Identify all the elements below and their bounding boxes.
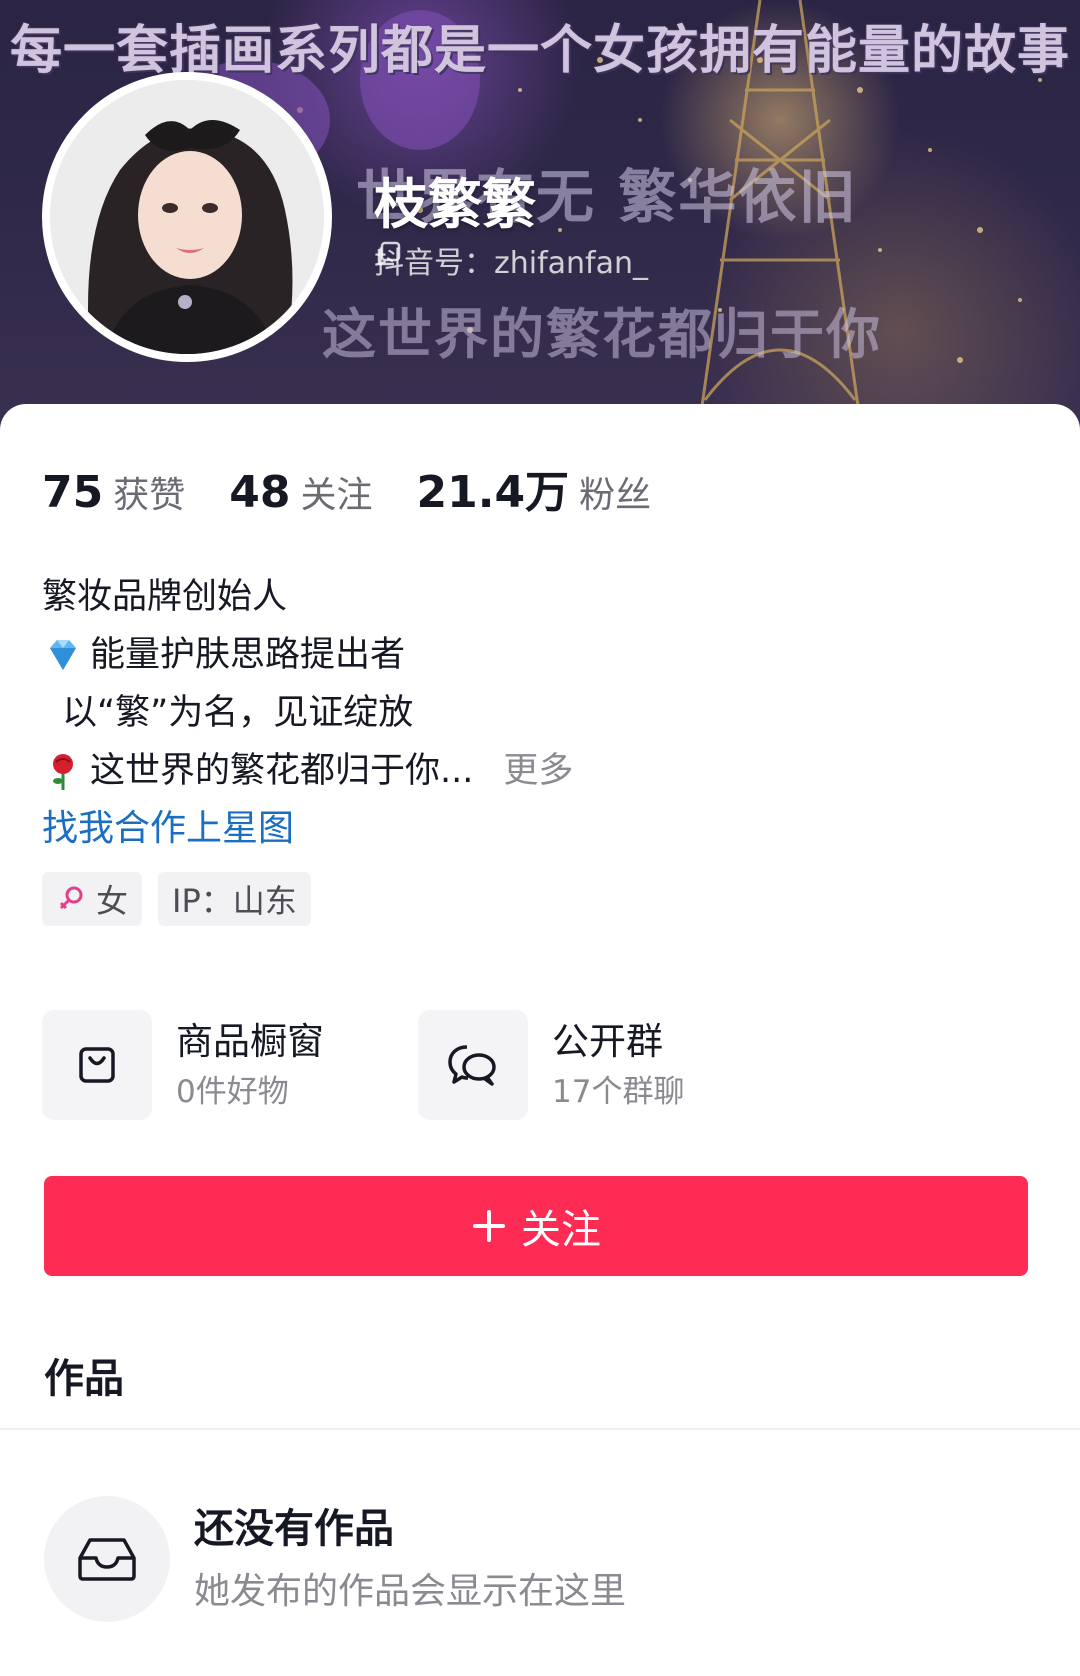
profile-tags: 女 IP：山东: [42, 872, 311, 926]
stat-followers-value: 21.4万: [416, 467, 570, 518]
follow-button[interactable]: 关注: [44, 1176, 1028, 1276]
bio-line-2-text: 能量护肤思路提出者: [90, 635, 406, 675]
bio-line-4: 这世界的繁花都归于你... 更多: [42, 742, 1022, 800]
bio-more-link[interactable]: 更多: [503, 742, 573, 800]
avatar-photo: [50, 80, 324, 354]
chat-bubbles-icon: [448, 1045, 496, 1086]
profile-name: 枝繁繁: [374, 173, 536, 236]
profile-banner: 每一套插画系列都是一个女孩拥有能量的故事 世界有无 繁华依旧 这世界的繁花都归于…: [0, 0, 1080, 430]
copy-icon[interactable]: [377, 241, 684, 274]
stat-likes-value: 75: [42, 467, 104, 518]
xingtu-link[interactable]: 找我合作上星图: [42, 800, 1022, 858]
public-group-count: 17个群聊: [552, 1074, 685, 1110]
shop-window-count: 0件好物: [176, 1074, 289, 1110]
shop-window-icon-box: [42, 1010, 152, 1120]
douyin-id: 抖音号：zhifanfan_: [374, 246, 649, 281]
rose-icon: [42, 750, 84, 792]
banner-slogan-line3: 这世界的繁花都归于你: [322, 303, 882, 366]
empty-works-title: 还没有作品: [194, 1506, 394, 1552]
stat-following-label: 关注: [300, 475, 373, 516]
gender-label: 女: [96, 882, 129, 920]
empty-works-subtitle: 她发布的作品会显示在这里: [194, 1571, 627, 1612]
bio-line-2: 能量护肤思路提出者: [42, 626, 1022, 684]
tab-works[interactable]: 作品: [44, 1346, 124, 1404]
ip-location-tag: IP：山东: [158, 872, 311, 926]
gem-icon: [42, 634, 84, 676]
public-group-entry[interactable]: 公开群 17个群聊: [418, 1010, 794, 1120]
stats-row: 75 获赞 48 关注 21.4万 粉丝: [42, 456, 695, 518]
douyin-id-row[interactable]: 抖音号：zhifanfan_: [374, 240, 684, 281]
bio: 繁妆品牌创始人 能量护肤思路提出者 以“繁”为名，见证绽放 这世界的繁花都归于你…: [42, 568, 1022, 858]
public-group-title: 公开群: [552, 1020, 663, 1063]
public-group-icon-box: [418, 1010, 528, 1120]
inbox-icon-wrap: [44, 1496, 170, 1622]
tab-divider: [0, 1428, 1080, 1430]
shop-window-entry[interactable]: 商品橱窗 0件好物: [42, 1010, 418, 1120]
feature-row: 商品橱窗 0件好物 公开群 17个群聊: [42, 1010, 794, 1120]
banner-headline: 每一套插画系列都是一个女孩拥有能量的故事: [9, 21, 1070, 81]
stat-likes-label: 获赞: [113, 475, 186, 516]
stat-following[interactable]: 48 关注: [229, 466, 372, 518]
inbox-tray-icon: [78, 1538, 136, 1581]
bio-line-1: 繁妆品牌创始人: [42, 577, 288, 617]
stat-following-value: 48: [229, 467, 291, 518]
gender-tag: 女: [42, 872, 143, 926]
shopping-bag-icon: [79, 1047, 115, 1083]
stat-followers-label: 粉丝: [579, 475, 652, 516]
profile-page: 每一套插画系列都是一个女孩拥有能量的故事 世界有无 繁华依旧 这世界的繁花都归于…: [0, 0, 1080, 1676]
shop-window-title: 商品橱窗: [176, 1020, 324, 1063]
stat-followers[interactable]: 21.4万 粉丝: [417, 456, 652, 520]
bio-line-3: 以“繁”为名，见证绽放: [62, 693, 414, 733]
follow-label: 关注: [521, 1207, 601, 1253]
stat-likes[interactable]: 75 获赞: [42, 466, 185, 518]
ip-location-label: IP：山东: [172, 882, 297, 920]
female-icon: [56, 884, 86, 914]
avatar[interactable]: [42, 72, 332, 362]
empty-works-state: 还没有作品 她发布的作品会显示在这里: [44, 1496, 626, 1622]
plus-icon: [471, 1208, 507, 1244]
bio-line-4-text: 这世界的繁花都归于你...: [90, 751, 474, 791]
